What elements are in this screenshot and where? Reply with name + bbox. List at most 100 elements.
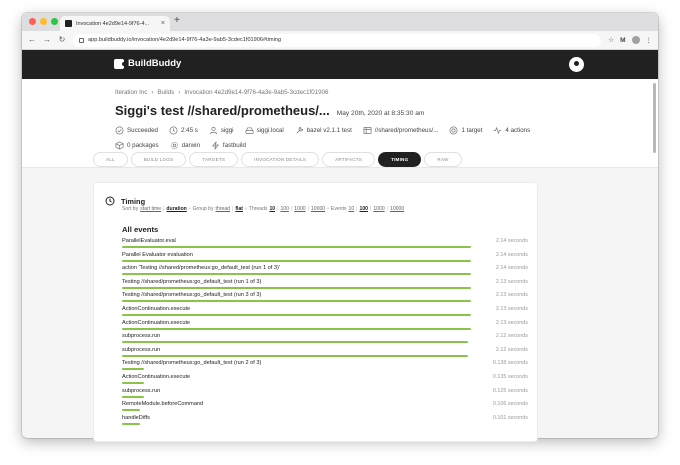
buildbuddy-favicon-icon	[65, 20, 72, 27]
tab-all[interactable]: ALL	[93, 152, 128, 167]
event-row[interactable]: Testing //shared/prometheus:go_default_t…	[122, 279, 528, 293]
event-row[interactable]: RemoteModule.beforeCommand 0.106 seconds	[122, 401, 528, 415]
back-button[interactable]: ←	[28, 36, 36, 44]
events-100-link[interactable]: 100	[360, 206, 369, 212]
events-10-link[interactable]: 10	[349, 206, 355, 212]
detail-platform: darwin	[170, 141, 200, 150]
maximize-window-button[interactable]	[51, 18, 58, 25]
bookmark-star-icon[interactable]: ☆	[608, 36, 614, 44]
threads-1000-link[interactable]: 1000	[294, 206, 305, 212]
breadcrumb-separator: ›	[178, 89, 181, 96]
address-bar[interactable]: app.buildbuddy.io/invocation/4e2d9e14-9f…	[73, 33, 602, 47]
group-flat-link[interactable]: flat	[235, 206, 243, 212]
browser-tab-title: Invocation 4e2d9e14-9f76-4...	[76, 20, 150, 27]
threads-10-link[interactable]: 10	[269, 206, 275, 212]
breadcrumb: Iteration Inc › Builds › Invocation 4e2d…	[115, 89, 328, 96]
check-circle-icon	[115, 126, 124, 135]
package-icon	[115, 141, 124, 150]
event-bar-track	[122, 273, 482, 276]
tab-raw[interactable]: RAW	[424, 152, 462, 167]
event-row[interactable]: Testing //shared/prometheus:go_default_t…	[122, 292, 528, 306]
separator: |	[370, 206, 372, 212]
user-menu-button[interactable]	[569, 57, 584, 72]
event-row[interactable]: ActionContinuation.execute 2.13 seconds	[122, 306, 528, 320]
detail-packages: 0 packages	[115, 141, 159, 150]
event-bar-track	[122, 368, 482, 371]
sort-start-time-link[interactable]: start time	[140, 206, 161, 212]
new-tab-button[interactable]: +	[174, 16, 180, 26]
event-duration-bar	[122, 395, 144, 398]
detail-host: siggi.local	[245, 126, 284, 135]
events-1000-link[interactable]: 1000	[373, 206, 384, 212]
close-tab-icon[interactable]: ×	[161, 20, 165, 27]
event-duration-bar	[122, 313, 471, 316]
separator: |	[386, 206, 388, 212]
event-name: RemoteModule.beforeCommand	[122, 401, 204, 408]
forward-button[interactable]: →	[43, 36, 51, 44]
tab-timing[interactable]: TIMING	[378, 152, 422, 167]
reload-button[interactable]: ↻	[58, 36, 66, 44]
user-text: siggi	[220, 127, 234, 134]
invocation-title-row: Siggi's test //shared/prometheus/... May…	[115, 103, 424, 118]
breadcrumb-invocation: Invocation 4e2d9e14-9f76-4a3e-9ab5-3cdec…	[184, 89, 329, 96]
event-bar-track	[122, 395, 482, 399]
event-row[interactable]: ParallelEvaluator.eval 2.14 seconds	[122, 238, 528, 252]
invocation-tabs: ALL BUILD LOGS TARGETS INVOCATION DETAIL…	[93, 152, 462, 167]
event-duration-bar	[122, 327, 471, 330]
timing-card: Timing Sort by start time | duration • G…	[93, 182, 538, 442]
event-name: handleDiffs	[122, 414, 150, 421]
events-10000-link[interactable]: 10000	[390, 206, 404, 212]
event-row[interactable]: subprocess.run 2.12 seconds	[122, 333, 528, 347]
buildbuddy-logo[interactable]: BuildBuddy	[114, 58, 181, 69]
event-row[interactable]: subprocess.run 0.125 seconds	[122, 388, 528, 402]
invocation-date: May 20th, 2020 at 8:35:30 am	[336, 110, 425, 117]
zap-icon	[211, 141, 219, 150]
app-header: BuildBuddy	[22, 50, 658, 79]
event-name: Testing //shared/prometheus:go_default_t…	[122, 292, 262, 299]
event-row[interactable]: action 'Testing //shared/prometheus:go_d…	[122, 265, 528, 279]
event-duration-bar	[122, 246, 471, 248]
event-bar-track	[122, 354, 482, 358]
event-bar-track	[122, 300, 482, 303]
event-duration-bar	[122, 368, 144, 371]
event-row[interactable]: ActionContinuation.execute 2.13 seconds	[122, 320, 528, 334]
profile-avatar[interactable]	[631, 36, 640, 44]
sort-duration-link[interactable]: duration	[166, 206, 186, 212]
page-scrollbar[interactable]	[653, 83, 656, 153]
threads-100-link[interactable]: 100	[280, 206, 289, 212]
event-row[interactable]: Parallel Evaluator evaluation 2.14 second…	[122, 252, 528, 266]
event-row[interactable]: handleDiffs 0.101 seconds	[122, 415, 528, 429]
breadcrumb-org[interactable]: Iteration Inc	[115, 89, 147, 96]
breadcrumb-builds[interactable]: Builds	[157, 89, 174, 96]
gmail-extension-icon[interactable]: M	[620, 37, 625, 44]
group-thread-link[interactable]: thread	[216, 206, 230, 212]
event-duration: 0.106 seconds	[492, 401, 528, 408]
detail-targets: 1 target	[449, 126, 482, 135]
actions-text: 4 actions	[505, 127, 531, 134]
event-row[interactable]: Testing //shared/prometheus:go_default_t…	[122, 360, 528, 374]
tab-targets[interactable]: TARGETS	[189, 152, 239, 167]
event-duration: 2.13 seconds	[495, 292, 528, 299]
tab-artifacts[interactable]: ARTIFACTS	[322, 152, 376, 167]
close-window-button[interactable]	[29, 18, 36, 25]
browser-tab[interactable]: Invocation 4e2d9e14-9f76-4... ×	[60, 16, 170, 31]
event-duration-bar	[122, 273, 471, 276]
minimize-window-button[interactable]	[40, 18, 47, 25]
threads-10000-link[interactable]: 10000	[311, 206, 325, 212]
event-duration: 0.125 seconds	[492, 387, 528, 394]
browser-menu-icon[interactable]: ⋮	[646, 36, 653, 44]
brand-name: BuildBuddy	[128, 58, 182, 69]
detail-status: Succeeded	[115, 126, 158, 135]
event-duration-bar	[122, 259, 471, 262]
event-row[interactable]: ActionContinuation.execute 0.135 seconds	[122, 374, 528, 388]
group-label: Group by	[192, 206, 214, 212]
event-duration: 2.13 seconds	[495, 278, 528, 285]
event-name: ActionContinuation.execute	[122, 373, 191, 380]
tab-build-logs[interactable]: BUILD LOGS	[130, 152, 187, 167]
event-row[interactable]: subprocess.run 2.12 seconds	[122, 347, 528, 361]
tab-invocation-details[interactable]: INVOCATION DETAILS	[241, 152, 320, 167]
separator: |	[290, 206, 293, 212]
bullet-separator: •	[188, 206, 191, 212]
event-duration: 2.13 seconds	[495, 319, 528, 326]
event-bar-track	[122, 286, 482, 290]
